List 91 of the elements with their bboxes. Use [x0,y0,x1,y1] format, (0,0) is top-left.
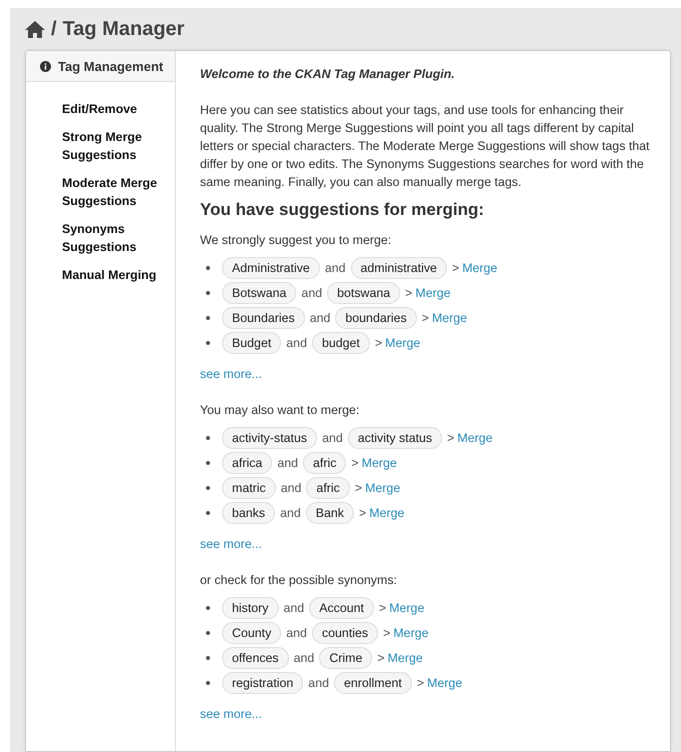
see-more-link[interactable]: see more... [200,705,656,723]
tag-pill: offences [222,646,289,668]
tag-pill: afric [303,452,346,474]
tag-pill: activity status [348,426,442,448]
tag-pill: administrative [350,256,447,278]
tag-pill: afric [306,476,350,498]
see-more-link[interactable]: see more... [200,535,656,553]
tag-pill: Botswana [222,282,296,304]
tag-pill: Boundaries [222,306,305,328]
tag-pill: Crime [319,646,372,668]
bullet-icon [206,656,210,660]
section-label: You may also want to merge: [200,402,360,419]
bullet-icon [206,436,210,440]
tag-pill: Administrative [222,256,320,278]
bullet-icon [206,606,210,610]
joiner-text: and [308,674,329,692]
merge-link[interactable]: Merge [427,674,462,692]
merge-link[interactable]: Merge [362,454,397,472]
tag-pill: africa [222,452,272,474]
sidebar-link[interactable]: Strong Merge Suggestions [62,128,165,164]
tag-pill: Account [309,596,374,618]
tag-pill: budget [312,332,370,354]
joiner-text: and [310,310,330,326]
arrow-text: > [452,260,460,276]
tag-pill: counties [312,622,378,644]
arrow-text: > [351,454,359,472]
sidebar-link[interactable]: Moderate Merge Suggestions [62,174,165,210]
sidebar-link[interactable]: Manual Merging [62,266,165,284]
tag-pill: activity-status [222,426,318,448]
tag-pill: Bank [306,502,354,524]
joiner-text: and [280,504,301,522]
section-label: or check for the possible synonyms: [200,572,398,589]
bullet-icon [206,681,210,685]
section-label: We strongly suggest you to merge: [200,232,392,249]
merge-link[interactable]: Merge [462,258,498,276]
merge-link[interactable]: Merge [389,598,424,616]
arrow-text: > [377,650,385,666]
joiner-text: and [280,480,302,496]
tag-pill: enrollment [334,672,412,694]
tag-pill: banks [222,502,276,524]
see-more-link[interactable]: see more... [200,365,656,383]
merge-link[interactable]: Merge [415,284,451,302]
arrow-text: > [416,674,424,692]
tag-pill: County [222,622,282,644]
arrow-text: > [383,624,390,642]
sidebar-heading-text: Tag Management [58,58,164,74]
joiner-text: and [322,430,343,446]
merge-link[interactable]: Merge [385,334,420,352]
joiner-text: and [284,600,304,616]
tag-pill: matric [222,476,276,498]
bullet-icon [206,461,210,465]
joiner-text: and [324,260,346,276]
arrow-text: > [447,430,454,446]
tag-pill: boundaries [335,306,417,328]
arrow-text: > [374,334,382,352]
arrow-text: > [359,504,366,522]
intro-paragraph: Here you can see statistics about your tags, and use tools for enhancing their quality. The Strong Merge Suggestions will point you all tags different by capital letters or special characters. The Moderate Merge Suggestions will show tags that differ by one or two edits. The Synonyms Suggestions searches for word with the same meaning. Finally, you can also manually merge tags. [200,102,650,191]
merge-link[interactable]: Merge [369,504,404,522]
arrow-text: > [378,600,386,616]
tag-pill: botswana [327,282,400,304]
merge-link[interactable]: Merge [457,428,492,446]
joiner-text: and [294,650,314,666]
tag-pill: registration [222,672,304,694]
tag-pill: Budget [222,332,282,354]
joiner-text: and [301,284,322,302]
merge-link[interactable]: Merge [365,478,400,496]
info-icon [40,60,51,72]
breadcrumb-separator: / [51,18,57,40]
tag-pill: history [222,596,278,618]
sidebar-link[interactable]: Edit/Remove [62,100,165,118]
bullet-icon [206,316,210,320]
arrow-text: > [422,310,429,326]
joiner-text: and [286,624,307,642]
bullet-icon [206,291,210,295]
suggestions-heading: You have suggestions for merging: [200,199,485,221]
arrow-text: > [405,284,412,302]
merge-link[interactable]: Merge [432,308,468,326]
bullet-icon [206,511,210,515]
home-icon[interactable] [25,20,45,38]
merge-link[interactable]: Merge [388,648,423,666]
bullet-icon [206,631,210,635]
bullet-icon [206,486,210,490]
page-title: Tag Manager [62,18,184,40]
bullet-icon [206,341,210,345]
sidebar-link[interactable]: Synonyms Suggestions [62,220,165,256]
bullet-icon [206,266,210,270]
joiner-text: and [286,334,307,352]
welcome-text: Welcome to the CKAN Tag Manager Plugin. [200,66,456,83]
joiner-text: and [277,454,298,472]
arrow-text: > [354,480,362,496]
merge-link[interactable]: Merge [393,624,428,642]
